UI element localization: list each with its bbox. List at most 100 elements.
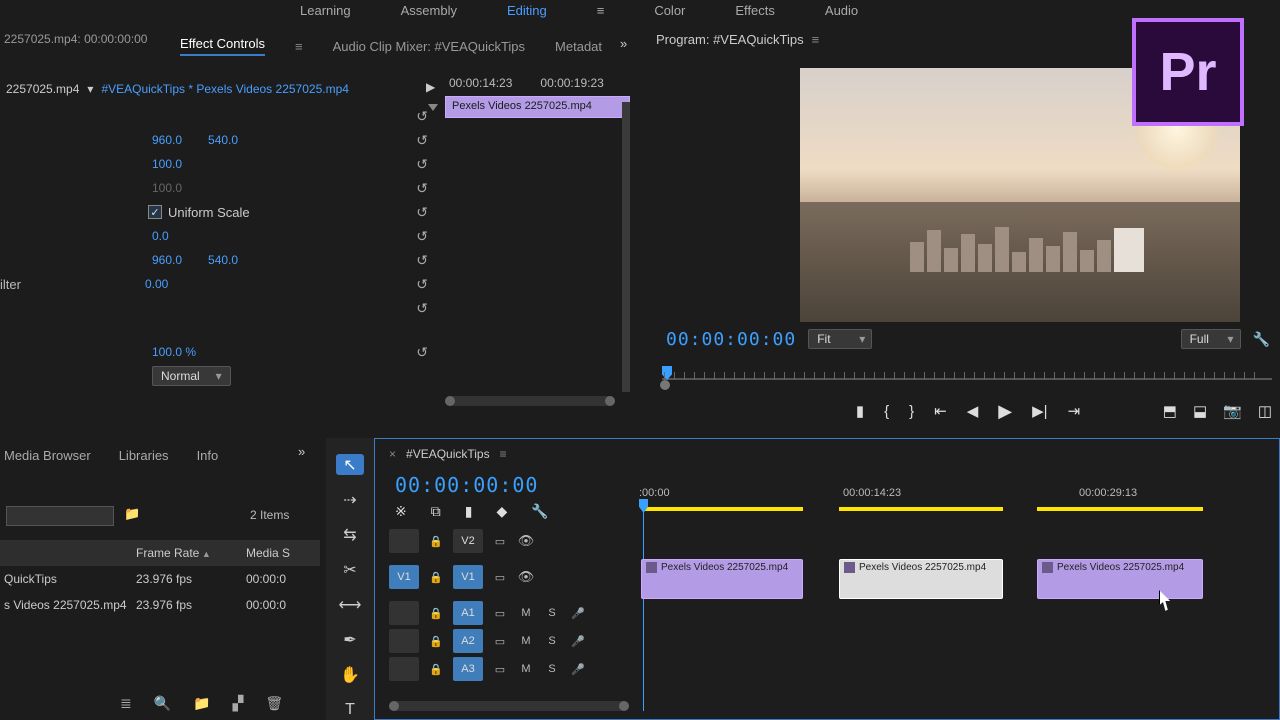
master-clip-row[interactable]: 2257025.mp4 ▾ #VEAQuickTips * Pexels Vid… xyxy=(0,78,440,100)
v1-target[interactable]: V1 xyxy=(453,565,483,589)
program-scrub-bar[interactable] xyxy=(656,362,1280,386)
master-sequence-link[interactable]: #VEAQuickTips * Pexels Videos 2257025.mp… xyxy=(101,82,348,96)
ec-scrollbar[interactable] xyxy=(622,102,630,392)
snap-icon[interactable]: ※ xyxy=(395,503,407,520)
ripple-edit-tool-icon[interactable]: ⇆ xyxy=(336,524,364,545)
timeline-settings-icon[interactable]: 🔧 xyxy=(531,503,548,520)
new-bin-icon[interactable]: 📁 xyxy=(193,695,210,712)
ws-assembly[interactable]: Assembly xyxy=(401,3,457,18)
mute-button[interactable]: M xyxy=(517,663,535,675)
program-timecode[interactable]: 00:00:00:00 xyxy=(666,329,796,350)
voice-over-record-icon[interactable]: 🎤 xyxy=(569,635,587,648)
voice-over-record-icon[interactable]: 🎤 xyxy=(569,663,587,676)
reset-icon[interactable]: ↺ xyxy=(416,132,428,149)
add-marker-icon[interactable]: ▮ xyxy=(465,503,473,520)
add-marker-icon[interactable]: ▮ xyxy=(856,402,864,420)
tab-metadata[interactable]: Metadat xyxy=(555,39,602,54)
ec-clip-bar[interactable]: Pexels Videos 2257025.mp4 xyxy=(445,96,630,118)
lock-icon[interactable]: 🔒 xyxy=(427,571,445,584)
work-area-bar[interactable] xyxy=(1037,507,1203,511)
a3-target[interactable]: A3 xyxy=(453,657,483,681)
program-monitor-tab[interactable]: Program: #VEAQuickTips ≡ xyxy=(656,32,819,47)
razor-tool-icon[interactable]: ✂ xyxy=(336,559,364,580)
hand-tool-icon[interactable]: ✋ xyxy=(336,664,364,685)
mark-out-icon[interactable]: } xyxy=(909,403,914,420)
pen-tool-icon[interactable]: ✒ xyxy=(336,629,364,650)
new-item-icon[interactable]: ▞ xyxy=(233,695,244,712)
rotation-value[interactable]: 0.0 xyxy=(152,229,169,243)
zoom-fit-dropdown[interactable]: Fit xyxy=(808,329,872,349)
sync-lock-icon[interactable]: ▭ xyxy=(491,571,509,584)
timeline-zoom-scroll[interactable] xyxy=(389,701,629,711)
track-a1[interactable]: 🔒 A1 ▭ M S 🎤 xyxy=(389,599,629,627)
a1-source[interactable] xyxy=(389,601,419,625)
reset-icon[interactable]: ↺ xyxy=(416,108,428,125)
anti-flicker-value[interactable]: 0.00 xyxy=(145,277,168,291)
timeline-ruler[interactable]: :00:00 00:00:14:23 00:00:29:13 xyxy=(639,487,1271,513)
play-icon[interactable]: ▶ xyxy=(998,401,1012,422)
reset-icon[interactable]: ↺ xyxy=(416,252,428,269)
slip-tool-icon[interactable]: ⟷ xyxy=(336,594,364,615)
go-to-out-icon[interactable]: ⇥ xyxy=(1068,402,1081,420)
uniform-scale-checkbox[interactable] xyxy=(148,205,162,219)
a2-target[interactable]: A2 xyxy=(453,629,483,653)
sync-lock-icon[interactable]: ▭ xyxy=(491,607,509,620)
position-y[interactable]: 540.0 xyxy=(208,133,238,147)
timeline-clip-selected[interactable]: Pexels Videos 2257025.mp4 xyxy=(839,559,1003,599)
timeline-clip[interactable]: Pexels Videos 2257025.mp4 xyxy=(641,559,803,599)
anchor-x[interactable]: 960.0 xyxy=(152,253,182,267)
scale-value[interactable]: 100.0 xyxy=(152,157,182,171)
tab-media-browser[interactable]: Media Browser xyxy=(4,448,91,463)
export-frame-icon[interactable]: 📷 xyxy=(1223,402,1242,420)
go-to-in-icon[interactable]: ⇤ xyxy=(934,402,947,420)
extract-icon[interactable]: ⬓ xyxy=(1193,402,1207,420)
ec-play-icon[interactable]: ▶ xyxy=(426,80,435,94)
reset-icon[interactable]: ↺ xyxy=(416,300,428,317)
ws-learning[interactable]: Learning xyxy=(300,3,351,18)
ws-audio[interactable]: Audio xyxy=(825,3,858,18)
reset-icon[interactable]: ↺ xyxy=(416,344,428,361)
step-forward-icon[interactable]: ▶| xyxy=(1032,402,1047,420)
track-a2[interactable]: 🔒 A2 ▭ M S 🎤 xyxy=(389,627,629,655)
ec-zoom-scroll[interactable] xyxy=(445,396,615,406)
program-menu-icon[interactable]: ≡ xyxy=(812,32,820,47)
v2-source[interactable] xyxy=(389,529,419,553)
position-x[interactable]: 960.0 xyxy=(152,133,182,147)
col-media-start[interactable]: Media S xyxy=(246,546,320,560)
tab-effect-controls[interactable]: Effect Controls xyxy=(180,36,265,56)
tab-libraries[interactable]: Libraries xyxy=(119,448,169,463)
settings-wrench-icon[interactable]: 🔧 xyxy=(1253,331,1270,348)
project-columns[interactable]: Frame Rate Media S xyxy=(0,540,320,566)
comparison-view-icon[interactable]: ◫ xyxy=(1258,402,1272,420)
lock-icon[interactable]: 🔒 xyxy=(427,663,445,676)
delete-icon[interactable]: 🗑 xyxy=(265,695,283,712)
lift-icon[interactable]: ⬒ xyxy=(1163,402,1177,420)
timeline-sequence-tab[interactable]: × #VEAQuickTips ≡ xyxy=(389,447,507,461)
mute-button[interactable]: M xyxy=(517,635,535,647)
blend-mode-dropdown[interactable]: Normal xyxy=(152,366,231,386)
close-icon[interactable]: × xyxy=(389,447,396,461)
work-area-bar[interactable] xyxy=(643,507,803,511)
timeline-clip[interactable]: Pexels Videos 2257025.mp4 xyxy=(1037,559,1203,599)
track-a3[interactable]: 🔒 A3 ▭ M S 🎤 xyxy=(389,655,629,683)
lock-icon[interactable]: 🔒 xyxy=(427,607,445,620)
sync-lock-icon[interactable]: ▭ xyxy=(491,635,509,648)
a3-source[interactable] xyxy=(389,657,419,681)
voice-over-record-icon[interactable]: 🎤 xyxy=(569,607,587,620)
eye-icon[interactable]: 👁 xyxy=(517,533,535,549)
a2-source[interactable] xyxy=(389,629,419,653)
a1-target[interactable]: A1 xyxy=(453,601,483,625)
track-v1[interactable]: V1 🔒 V1 ▭ 👁 xyxy=(389,555,629,599)
anchor-y[interactable]: 540.0 xyxy=(208,253,238,267)
timeline-menu-icon[interactable]: ≡ xyxy=(500,447,507,461)
solo-button[interactable]: S xyxy=(543,607,561,619)
v2-target[interactable]: V2 xyxy=(453,529,483,553)
project-search-input[interactable] xyxy=(6,506,114,526)
lock-icon[interactable]: 🔒 xyxy=(427,635,445,648)
tab-info[interactable]: Info xyxy=(197,448,219,463)
work-area-bar[interactable] xyxy=(839,507,1003,511)
sync-lock-icon[interactable]: ▭ xyxy=(491,663,509,676)
project-overflow-icon[interactable]: » xyxy=(298,444,305,459)
tab-audio-clip-mixer[interactable]: Audio Clip Mixer: #VEAQuickTips xyxy=(333,39,525,54)
ws-color[interactable]: Color xyxy=(654,3,685,18)
